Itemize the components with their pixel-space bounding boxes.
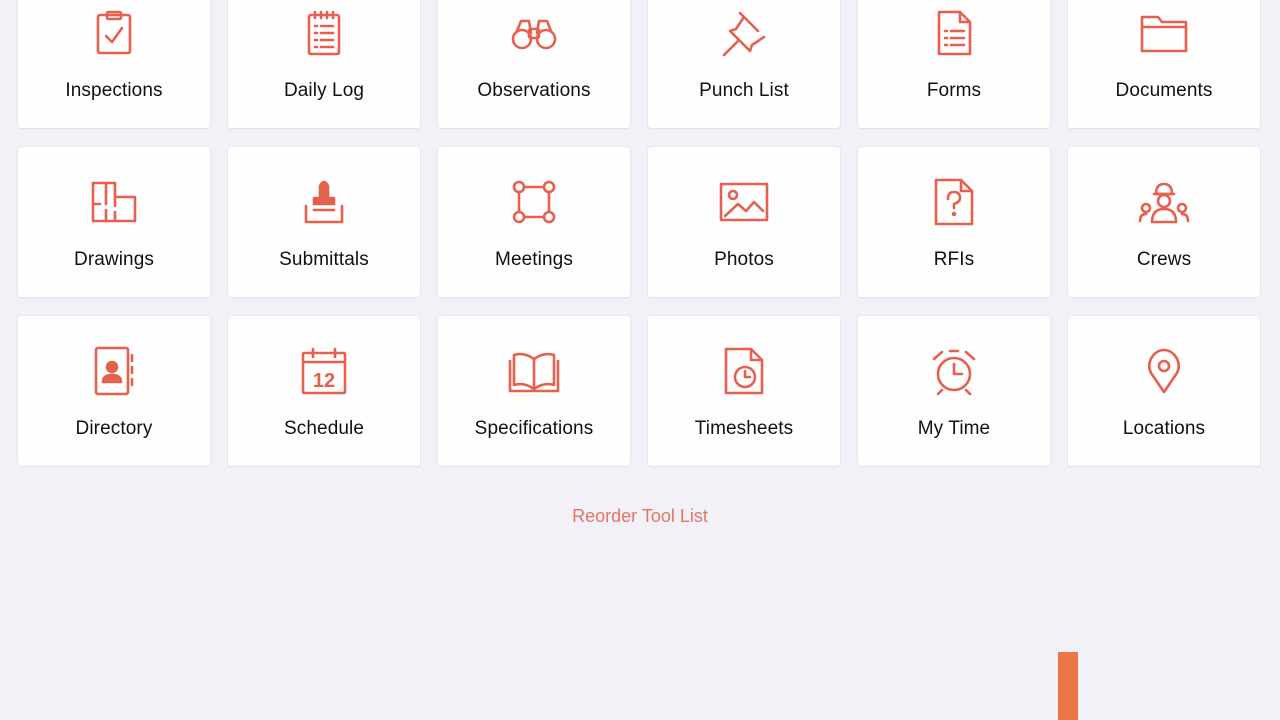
- tools-page: Inspections Daily Log Observations Punch…: [0, 0, 1280, 720]
- reorder-tool-list-link[interactable]: Reorder Tool List: [0, 506, 1280, 527]
- tool-schedule[interactable]: 12 Schedule: [228, 316, 420, 466]
- tool-timesheets[interactable]: Timesheets: [648, 316, 840, 466]
- tool-label: Submittals: [279, 249, 369, 270]
- folder-icon: [1137, 6, 1191, 60]
- tool-label: Documents: [1115, 80, 1213, 101]
- contact-book-icon: [87, 344, 141, 398]
- tool-grid: Inspections Daily Log Observations Punch…: [18, 0, 1260, 466]
- tool-crews[interactable]: Crews: [1068, 147, 1260, 297]
- tool-photos[interactable]: Photos: [648, 147, 840, 297]
- calendar-day-number: 12: [313, 370, 335, 392]
- pushpin-icon: [717, 6, 771, 60]
- clock-document-icon: [717, 344, 771, 398]
- tool-label: Timesheets: [694, 418, 794, 439]
- tool-label: Locations: [1122, 418, 1206, 439]
- tool-submittals[interactable]: Submittals: [228, 147, 420, 297]
- tool-label: Specifications: [474, 418, 594, 439]
- tool-label: Forms: [926, 80, 982, 101]
- tool-label: Punch List: [699, 80, 789, 101]
- tool-label: My Time: [917, 418, 991, 439]
- image-icon: [717, 175, 771, 229]
- tool-label: Directory: [75, 418, 153, 439]
- tool-directory[interactable]: Directory: [18, 316, 210, 466]
- tool-label: Photos: [714, 249, 774, 270]
- calendar-icon: 12: [297, 344, 351, 398]
- tool-locations[interactable]: Locations: [1068, 316, 1260, 466]
- map-pin-icon: [1137, 344, 1191, 398]
- tool-label: Schedule: [283, 418, 365, 439]
- tool-label: Observations: [477, 80, 591, 101]
- tool-punch-list[interactable]: Punch List: [648, 0, 840, 128]
- tool-label: Inspections: [65, 80, 163, 101]
- tool-daily-log[interactable]: Daily Log: [228, 0, 420, 128]
- alarm-clock-icon: [927, 344, 981, 398]
- tool-drawings[interactable]: Drawings: [18, 147, 210, 297]
- notepad-icon: [297, 6, 351, 60]
- tool-specifications[interactable]: Specifications: [438, 316, 630, 466]
- tool-forms[interactable]: Forms: [858, 0, 1050, 128]
- tool-inspections[interactable]: Inspections: [18, 0, 210, 128]
- scroll-indicator: [1058, 652, 1078, 720]
- tool-label: Drawings: [74, 249, 154, 270]
- floorplan-icon: [87, 175, 141, 229]
- crew-hardhat-icon: [1137, 175, 1191, 229]
- binoculars-icon: [507, 6, 561, 60]
- question-document-icon: [927, 175, 981, 229]
- tool-label: RFIs: [933, 249, 975, 270]
- form-document-icon: [927, 6, 981, 60]
- tool-my-time[interactable]: My Time: [858, 316, 1050, 466]
- clipboard-check-icon: [87, 6, 141, 60]
- tool-label: Meetings: [495, 249, 573, 270]
- tool-meetings[interactable]: Meetings: [438, 147, 630, 297]
- meeting-nodes-icon: [507, 175, 561, 229]
- tool-documents[interactable]: Documents: [1068, 0, 1260, 128]
- tool-rfis[interactable]: RFIs: [858, 147, 1050, 297]
- open-book-icon: [507, 344, 561, 398]
- stamp-icon: [297, 175, 351, 229]
- tool-observations[interactable]: Observations: [438, 0, 630, 128]
- tool-label: Daily Log: [283, 80, 365, 101]
- tool-label: Crews: [1136, 249, 1192, 270]
